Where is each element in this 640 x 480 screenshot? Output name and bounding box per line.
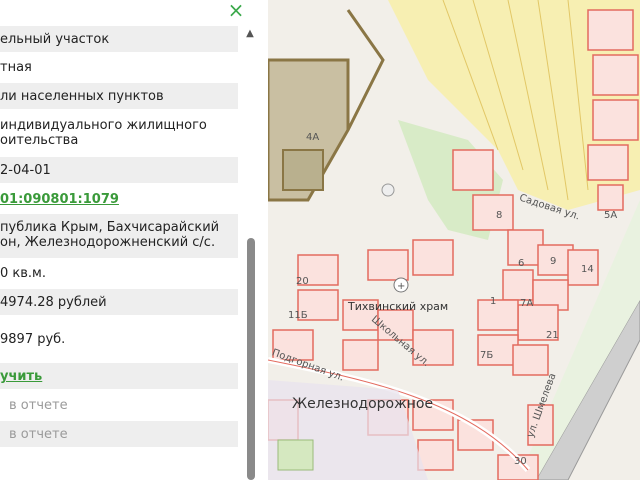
map-label-9: 9 (550, 256, 557, 267)
map-label-14: 14 (581, 264, 594, 275)
info-row-price: 9897 руб. (0, 318, 238, 360)
map-label-7a: 7А (520, 298, 534, 309)
info-row-text: тная (0, 60, 32, 75)
info-row-text: 4974.28 рублей (0, 295, 107, 310)
info-row-text-2: он, Железнодорожненский с/с. (0, 235, 216, 250)
info-row-text: публика Крым, Бахчисарайский (0, 220, 220, 235)
info-row-text: в отчете (9, 398, 68, 413)
info-row-category: ли населенных пунктов (0, 83, 238, 109)
map-label-20: 20 (296, 276, 309, 287)
info-row-text: ельный участок (0, 32, 110, 47)
info-row-text: ли населенных пунктов (0, 89, 164, 104)
map-label-4a: 4А (306, 132, 320, 143)
info-row-ownership: тная (0, 54, 238, 80)
scrollbar-thumb[interactable] (247, 238, 255, 480)
info-row-usage: индивидуального жилищного оительства (0, 112, 238, 154)
info-row-cadastral: 01:090801:1079 (0, 186, 238, 212)
cadastral-map[interactable]: + 4А 8 5А Садовая ул. 6 9 14 20 1 7А 11Б… (268, 0, 640, 480)
info-row-text: 9897 руб. (0, 332, 66, 347)
scroll-up-icon[interactable]: ▲ (244, 28, 256, 40)
town-label: Железнодорожное (292, 396, 434, 412)
info-row-text-2: оительства (0, 133, 79, 148)
info-row-address: публика Крым, Бахчисарайский он, Железно… (0, 214, 238, 258)
info-row-report-1: в отчете (0, 392, 238, 418)
get-report-link[interactable]: учить (0, 363, 238, 384)
close-icon[interactable]: × (225, 0, 247, 22)
info-row-text: индивидуального жилищного (0, 118, 207, 133)
map-label-1: 1 (490, 296, 497, 307)
info-row-cadastral-cost: 4974.28 рублей (0, 289, 238, 315)
cadastral-number-link[interactable]: 01:090801:1079 (0, 186, 238, 207)
info-row-area: 0 кв.м. (0, 260, 238, 286)
info-row-get: учить (0, 363, 238, 389)
map-label-6: 6 (518, 258, 525, 269)
map-label-5a: 5А (604, 210, 618, 221)
church-label: Тихвинский храм (348, 300, 449, 313)
info-row-text: в отчете (9, 427, 68, 442)
map-label-7b: 7Б (480, 350, 494, 361)
map-label-30: 30 (514, 456, 527, 467)
info-row-text: 0 кв.м. (0, 266, 46, 281)
info-row-text: 2-04-01 (0, 163, 51, 178)
info-row-type: ельный участок (0, 26, 238, 52)
info-panel: × ельный участок тная ли населенных пунк… (0, 0, 268, 480)
map-label-11b: 11Б (288, 310, 308, 321)
map-label-8: 8 (496, 210, 503, 221)
info-row-date: 2-04-01 (0, 157, 238, 183)
svg-text:+: + (397, 281, 405, 292)
info-row-report-2: в отчете (0, 421, 238, 447)
map-label-21: 21 (546, 330, 559, 341)
